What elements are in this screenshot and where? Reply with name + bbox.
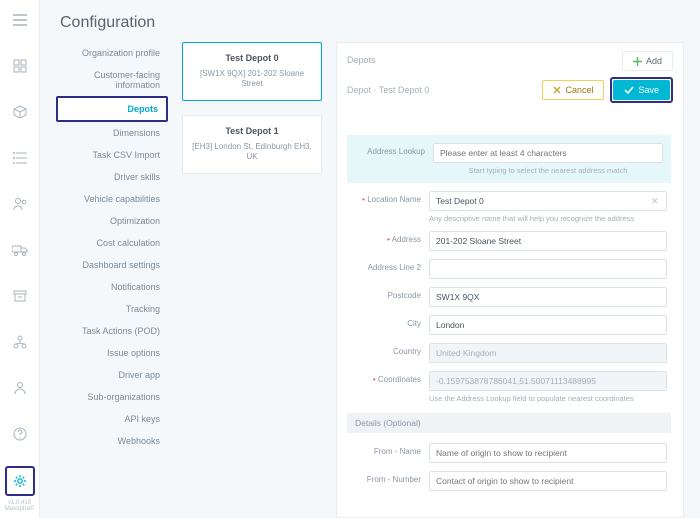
cancel-button[interactable]: Cancel [542, 80, 604, 100]
package-icon[interactable] [6, 98, 34, 126]
city-input[interactable] [429, 315, 667, 335]
location-name-input[interactable] [429, 191, 667, 211]
breadcrumb: Depot · Test Depot 0 [347, 85, 429, 95]
dashboard-icon[interactable] [6, 52, 34, 80]
country-label: Country [351, 343, 421, 357]
org-icon[interactable] [6, 328, 34, 356]
nav-item-customer-facing-information[interactable]: Customer-facing information [56, 64, 168, 96]
from-name-input[interactable] [429, 443, 667, 463]
nav-item-driver-skills[interactable]: Driver skills [56, 166, 168, 188]
location-name-label: Location Name [351, 191, 421, 205]
account-icon[interactable] [6, 374, 34, 402]
add-label: Add [646, 56, 662, 66]
postcode-input[interactable] [429, 287, 667, 307]
version-caption: v1.0.415Maxoptra© [5, 500, 34, 512]
coordinates-label: Coordinates [351, 371, 421, 385]
address2-input[interactable] [429, 259, 667, 279]
nav-item-organization-profile[interactable]: Organization profile [56, 42, 168, 64]
address2-label: Address Line 2 [351, 259, 421, 273]
depot-card-name: Test Depot 1 [191, 126, 313, 136]
depot-card[interactable]: Test Depot 0 [SW1X 9QX] 201-202 Sloane St… [182, 42, 322, 101]
from-number-input[interactable] [429, 471, 667, 491]
depot-card[interactable]: Test Depot 1 [EH3] London St, Edinburgh E… [182, 115, 322, 174]
nav-item-depots[interactable]: Depots [56, 96, 168, 122]
clear-icon[interactable]: ✕ [651, 196, 659, 207]
settings-icon[interactable] [5, 466, 35, 496]
archive-icon[interactable] [6, 282, 34, 310]
nav-item-notifications[interactable]: Notifications [56, 276, 168, 298]
help-icon[interactable] [6, 420, 34, 448]
nav-item-sub-organizations[interactable]: Sub-organizations [56, 386, 168, 408]
nav-item-task-actions-pod-[interactable]: Task Actions (POD) [56, 320, 168, 342]
save-button[interactable]: Save [613, 80, 670, 100]
nav-item-vehicle-capabilities[interactable]: Vehicle capabilities [56, 188, 168, 210]
nav-item-dashboard-settings[interactable]: Dashboard settings [56, 254, 168, 276]
nav-item-task-csv-import[interactable]: Task CSV Import [56, 144, 168, 166]
location-name-help: Any descriptive name that will help you … [429, 214, 667, 223]
nav-item-driver-app[interactable]: Driver app [56, 364, 168, 386]
nav-item-optimization[interactable]: Optimization [56, 210, 168, 232]
country-input [429, 343, 667, 363]
address-input[interactable] [429, 231, 667, 251]
address-label: Address [351, 231, 421, 245]
depots-crumb: Depots [347, 55, 376, 65]
depot-card-addr: [EH3] London St, Edinburgh EH3, UK [191, 142, 313, 163]
depot-card-name: Test Depot 0 [191, 53, 313, 63]
lookup-help: Start typing to select the nearest addre… [433, 166, 663, 175]
cancel-icon [553, 86, 561, 94]
nav-item-webhooks[interactable]: Webhooks [56, 430, 168, 452]
from-number-label: From - Number [351, 471, 421, 485]
postcode-label: Postcode [351, 287, 421, 301]
nav-item-cost-calculation[interactable]: Cost calculation [56, 232, 168, 254]
from-name-label: From - Name [351, 443, 421, 457]
plus-icon [633, 57, 642, 66]
truck-icon[interactable] [6, 236, 34, 264]
details-section-head: Details (Optional) [347, 413, 671, 433]
coordinates-help: Use the Address Lookup field to populate… [429, 394, 667, 403]
users-icon[interactable] [6, 190, 34, 218]
depot-card-addr: [SW1X 9QX] 201-202 Sloane Street [191, 69, 313, 90]
add-button[interactable]: Add [622, 51, 673, 71]
coordinates-input [429, 371, 667, 391]
nav-item-tracking[interactable]: Tracking [56, 298, 168, 320]
lookup-input[interactable] [433, 143, 663, 163]
city-label: City [351, 315, 421, 329]
check-icon [624, 86, 634, 94]
nav-item-dimensions[interactable]: Dimensions [56, 122, 168, 144]
lookup-label: Address Lookup [355, 143, 425, 157]
settings-nav: Organization profileCustomer-facing info… [56, 42, 168, 518]
nav-item-issue-options[interactable]: Issue options [56, 342, 168, 364]
list-icon[interactable] [6, 144, 34, 172]
menu-icon[interactable] [6, 6, 34, 34]
nav-item-api-keys[interactable]: API keys [56, 408, 168, 430]
page-title: Configuration [60, 14, 684, 32]
